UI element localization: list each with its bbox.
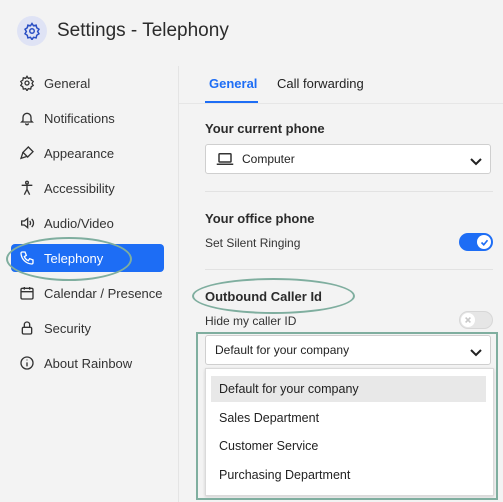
- caller-id-selected-value: Default for your company: [215, 343, 350, 357]
- silent-ringing-toggle[interactable]: [459, 233, 493, 251]
- sidebar-item-telephony[interactable]: Telephony: [11, 244, 164, 272]
- sidebar-item-appearance[interactable]: Appearance: [11, 139, 164, 167]
- caller-id-select[interactable]: Default for your company: [205, 335, 491, 365]
- dropdown-option-default[interactable]: Default for your company: [211, 376, 486, 402]
- sidebar-item-label: Audio/Video: [44, 215, 114, 231]
- lock-icon: [17, 318, 37, 338]
- caller-id-dropdown-list: Default for your company Sales Departmen…: [205, 368, 494, 496]
- sidebar-item-label: Telephony: [44, 250, 104, 266]
- sidebar-item-label: Notifications: [44, 110, 115, 126]
- sidebar-item-about-rainbow[interactable]: About Rainbow: [11, 349, 164, 377]
- close-icon: [461, 313, 475, 327]
- office-phone-title: Your office phone: [205, 211, 315, 226]
- dropdown-option-purchasing[interactable]: Purchasing Department: [211, 462, 486, 488]
- laptop-icon: [216, 152, 234, 166]
- sidebar-item-accessibility[interactable]: Accessibility: [11, 174, 164, 202]
- option-label: Purchasing Department: [219, 468, 351, 482]
- tab-call-forwarding[interactable]: Call forwarding: [277, 76, 364, 91]
- sidebar-item-label: Calendar / Presence: [44, 285, 163, 301]
- sidebar-item-label: Accessibility: [44, 180, 115, 196]
- header: Settings - Telephony: [0, 0, 503, 62]
- silent-ringing-label: Set Silent Ringing: [205, 236, 301, 250]
- sidebar-item-label: Security: [44, 320, 91, 336]
- current-phone-select[interactable]: Computer: [205, 144, 491, 174]
- tab-general[interactable]: General: [209, 76, 257, 91]
- info-icon: [17, 353, 37, 373]
- sidebar-item-security[interactable]: Security: [11, 314, 164, 342]
- dropdown-option-customer-service[interactable]: Customer Service: [211, 433, 486, 459]
- hide-caller-id-label: Hide my caller ID: [205, 314, 297, 328]
- paint-brush-icon: [17, 143, 37, 163]
- sidebar-item-notifications[interactable]: Notifications: [11, 104, 164, 132]
- outbound-caller-id-title: Outbound Caller Id: [205, 289, 322, 304]
- option-label: Default for your company: [219, 382, 359, 396]
- current-phone-value: Computer: [242, 152, 295, 166]
- chevron-down-icon: [470, 345, 482, 363]
- check-icon: [477, 235, 491, 249]
- accessibility-icon: [17, 178, 37, 198]
- sidebar-item-label: General: [44, 75, 91, 91]
- option-label: Sales Department: [219, 411, 320, 425]
- hide-caller-id-toggle[interactable]: [459, 311, 493, 329]
- sidebar-item-audio-video[interactable]: Audio/Video: [11, 209, 164, 237]
- gear-icon: [17, 73, 37, 93]
- sidebar-item-general[interactable]: General: [11, 69, 164, 97]
- divider: [205, 191, 493, 192]
- dropdown-option-sales[interactable]: Sales Department: [211, 405, 486, 431]
- divider: [205, 269, 493, 270]
- tabs-divider: [179, 103, 503, 104]
- sidebar-item-label: Appearance: [44, 145, 115, 161]
- gear-icon: [17, 16, 47, 46]
- page-title: Settings - Telephony: [57, 20, 229, 41]
- sidebar-item-calendar-presence[interactable]: Calendar / Presence: [11, 279, 164, 307]
- option-label: Customer Service: [219, 439, 319, 453]
- chevron-down-icon: [470, 154, 482, 172]
- current-phone-title: Your current phone: [205, 121, 325, 136]
- speaker-icon: [17, 213, 37, 233]
- calendar-icon: [17, 283, 37, 303]
- bell-icon: [17, 108, 37, 128]
- sidebar-item-label: About Rainbow: [44, 355, 133, 371]
- phone-icon: [17, 248, 37, 268]
